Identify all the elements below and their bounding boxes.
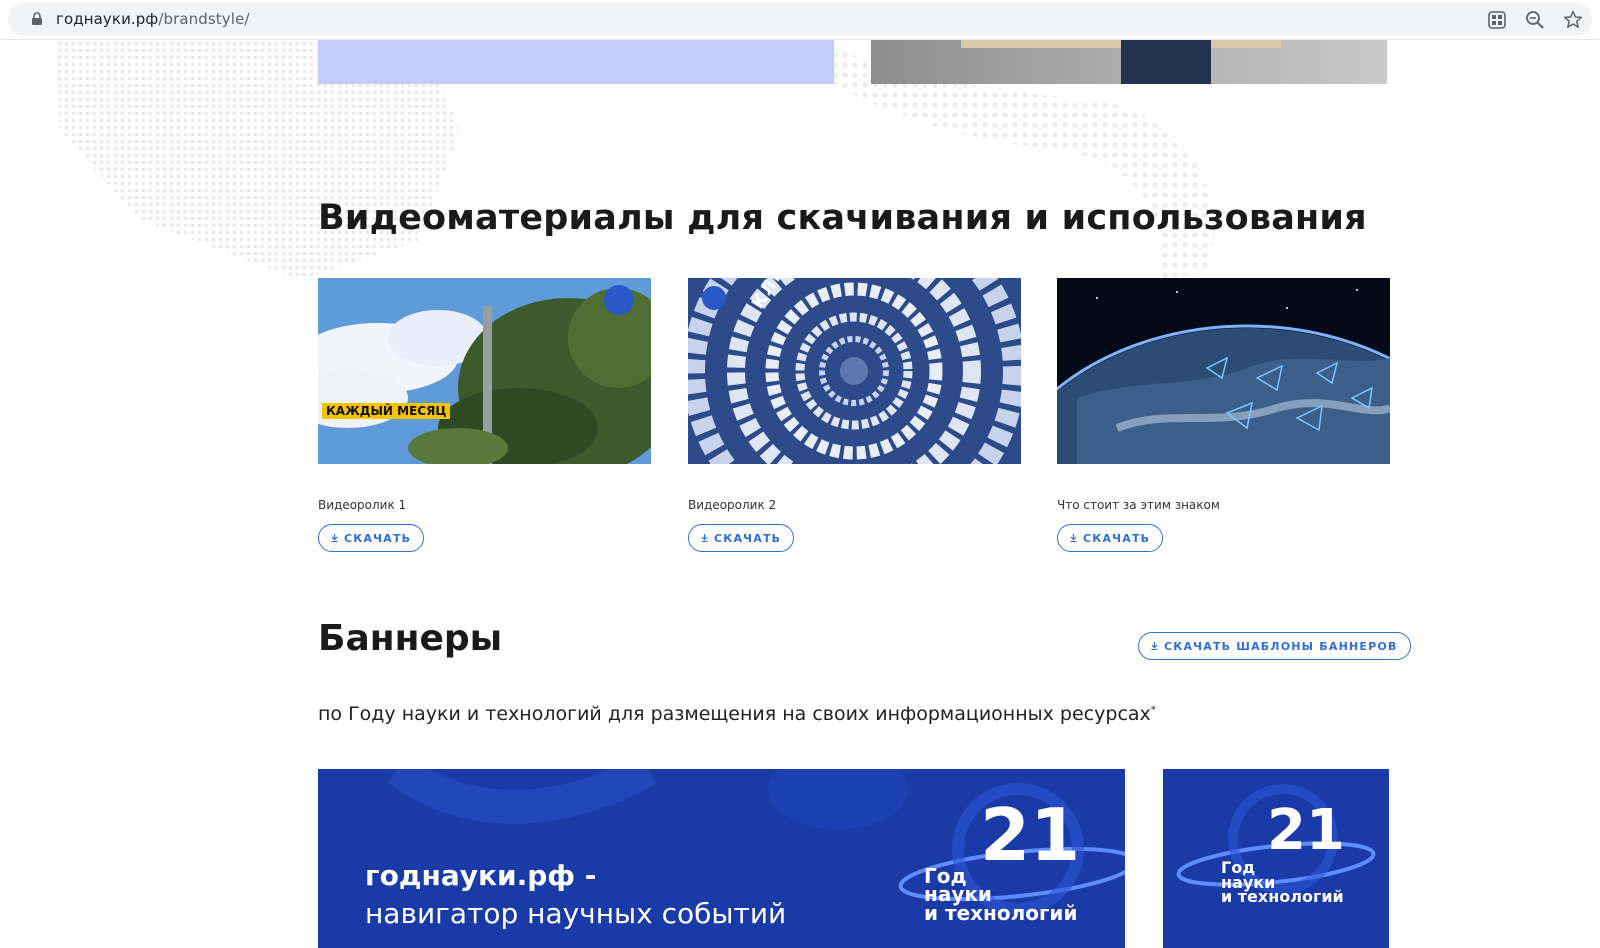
- banner-title: годнауки.рф -: [365, 859, 597, 892]
- logo-line: и технологий: [924, 900, 1078, 925]
- video-card: КАЖДЫЙ МЕСЯЦ Видеоролик 1 СКАЧАТЬ: [318, 278, 651, 552]
- video-thumbnail[interactable]: КЛИМАТ И ЭКОЛОГИЯ: [688, 278, 1021, 464]
- star-icon[interactable]: [1562, 9, 1584, 31]
- download-templates-button[interactable]: СКАЧАТЬ ШАБЛОНЫ БАННЕРОВ: [1138, 632, 1411, 660]
- banner-wide[interactable]: годнауки.рф - навигатор научных событий …: [318, 769, 1125, 948]
- download-templates-label: СКАЧАТЬ ШАБЛОНЫ БАННЕРОВ: [1164, 639, 1398, 653]
- top-image-right: [871, 40, 1387, 84]
- download-label: СКАЧАТЬ: [1083, 531, 1151, 545]
- logo-text: Год науки и технологий: [1221, 860, 1344, 907]
- url-host: годнауки.рф: [56, 10, 159, 28]
- download-icon: [331, 534, 338, 542]
- download-label: СКАЧАТЬ: [714, 531, 782, 545]
- logo-text: Год науки и технологий: [924, 866, 1078, 925]
- download-icon: [1151, 642, 1158, 650]
- download-icon: [701, 534, 708, 542]
- url-text[interactable]: годнауки.рф/brandstyle/: [56, 10, 250, 28]
- url-path: /brandstyle/: [158, 10, 250, 28]
- download-button[interactable]: СКАЧАТЬ: [1057, 524, 1164, 552]
- video-thumbnail[interactable]: КАЖДЫЙ МЕСЯЦ: [318, 278, 651, 464]
- lock-icon: [32, 12, 42, 25]
- address-bar[interactable]: годнауки.рф/brandstyle/: [8, 2, 1592, 36]
- zoom-icon[interactable]: [1524, 9, 1546, 31]
- video-card: КЛИМАТ И ЭКОЛОГИЯ Видеоролик 2 СКАЧАТЬ: [688, 278, 1021, 552]
- logo-number: 21: [1267, 798, 1345, 863]
- download-button[interactable]: СКАЧАТЬ: [318, 524, 425, 552]
- video-caption: Видеоролик 1: [318, 498, 407, 512]
- banners-subtitle-text: по Году науки и технологий для размещени…: [318, 703, 1151, 725]
- video-thumbnail[interactable]: [1057, 278, 1390, 464]
- video-caption: Что стоит за этим знаком: [1057, 498, 1220, 512]
- banners-heading: Баннеры: [318, 618, 503, 659]
- video-card: Что стоит за этим знаком СКАЧАТЬ: [1057, 278, 1390, 552]
- top-image-left: [318, 40, 834, 84]
- download-label: СКАЧАТЬ: [344, 531, 412, 545]
- logo-number: 21: [980, 793, 1081, 877]
- banner-tagline: навигатор научных событий: [365, 897, 787, 930]
- videos-heading: Видеоматериалы для скачивания и использо…: [318, 198, 1367, 238]
- grid-icon[interactable]: [1486, 9, 1508, 31]
- banners-subtitle: по Году науки и технологий для размещени…: [318, 703, 1156, 725]
- banner-square[interactable]: 21 Год науки и технологий: [1163, 769, 1389, 948]
- video-overlay-label: КАЖДЫЙ МЕСЯЦ: [322, 403, 451, 419]
- download-icon: [1070, 534, 1077, 542]
- download-button[interactable]: СКАЧАТЬ: [688, 524, 795, 552]
- footnote-mark: *: [1150, 704, 1156, 716]
- logo-line: и технологий: [1221, 887, 1344, 907]
- video-caption: Видеоролик 2: [688, 498, 777, 512]
- browser-toolbar: годнауки.рф/brandstyle/: [0, 0, 1600, 40]
